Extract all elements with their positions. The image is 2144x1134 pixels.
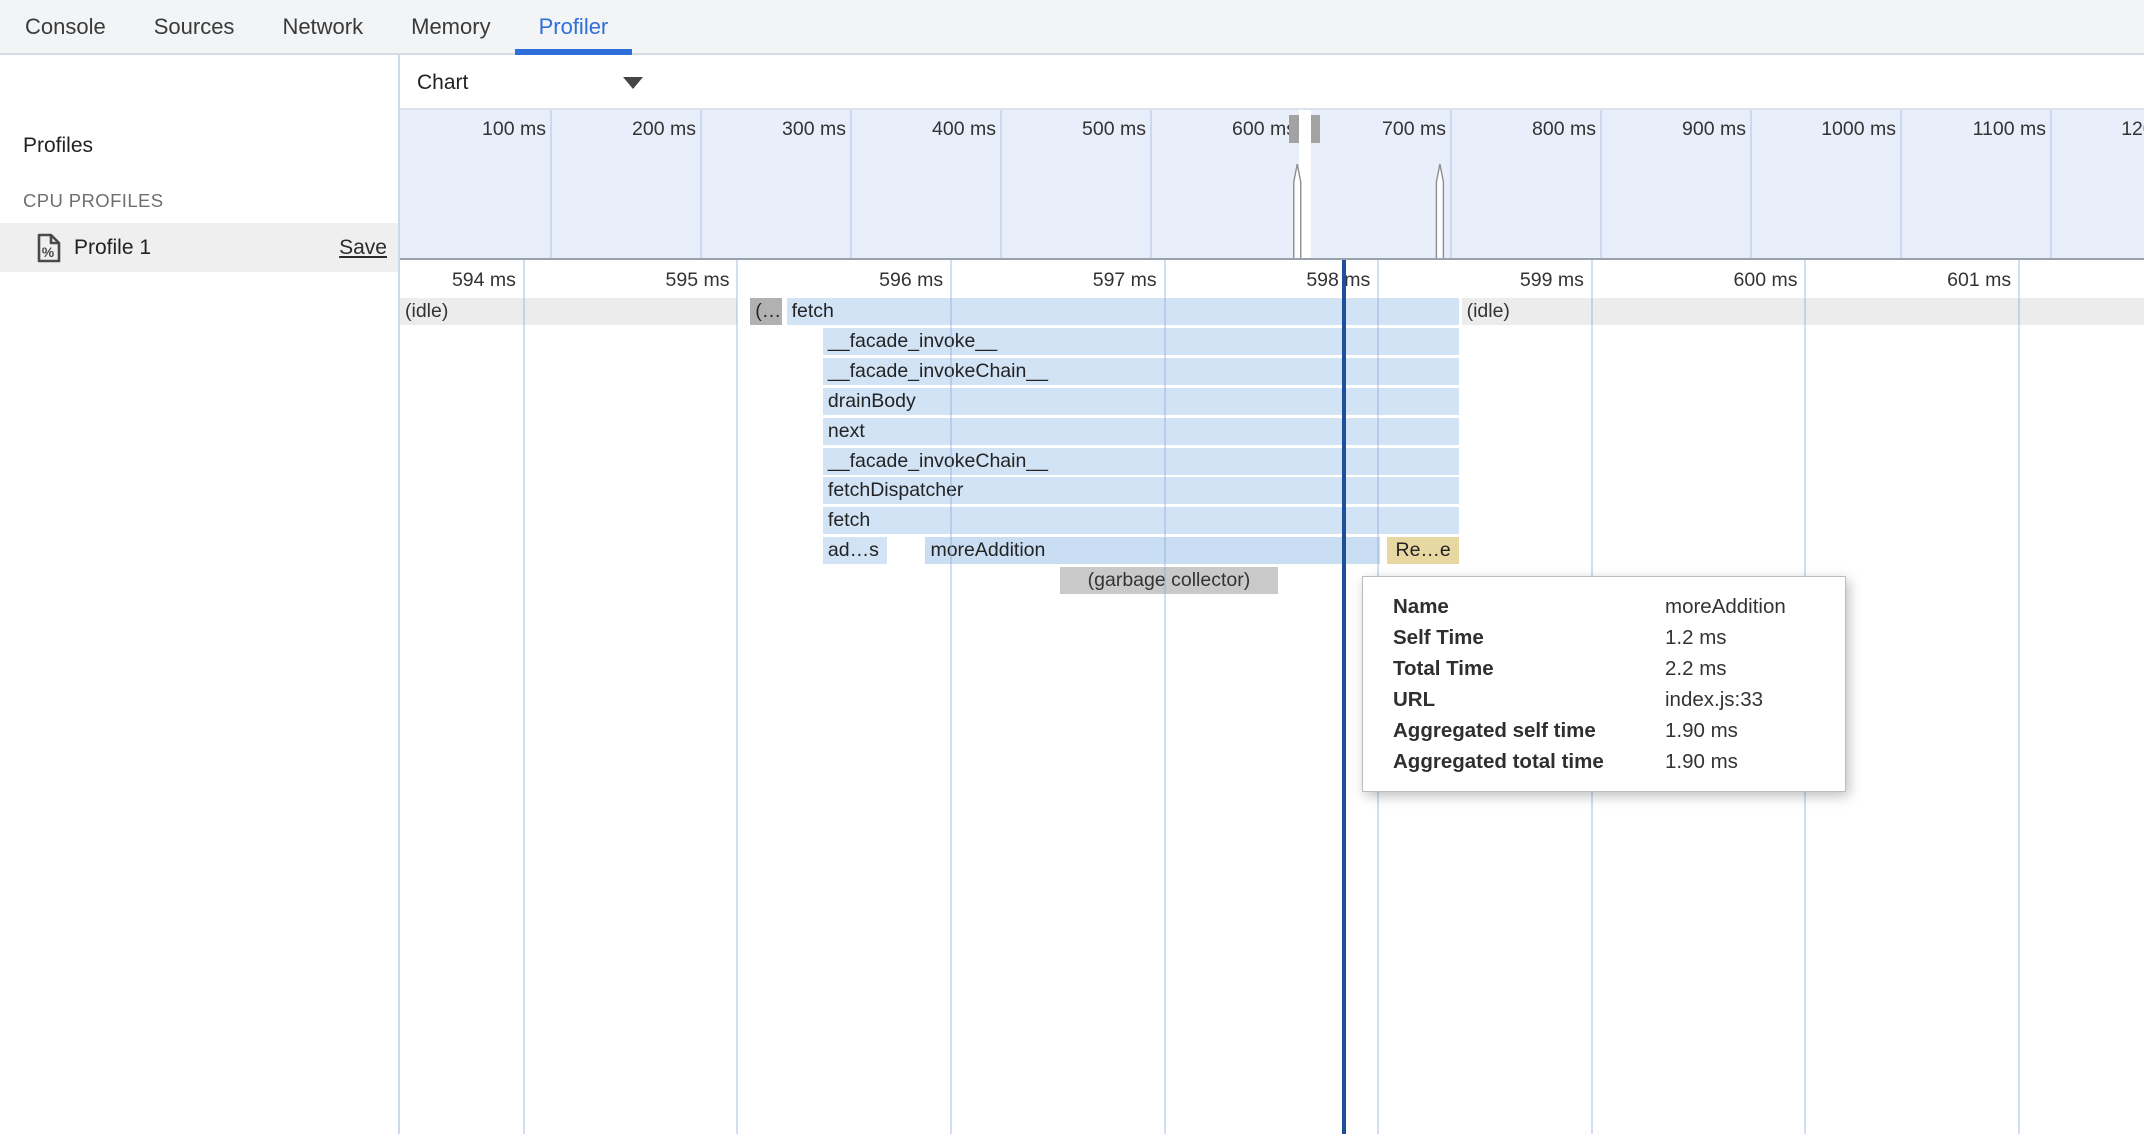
sidebar: Profiles CPU PROFILES % Profile 1 Save (0, 57, 398, 1134)
cpu-profiles-section-label: CPU PROFILES (23, 190, 164, 212)
detail-tick-label: 600 ms (1647, 269, 1797, 292)
view-mode-select[interactable]: Chart (417, 57, 643, 108)
tooltip-row: Aggregated total time1.90 ms (1393, 746, 1829, 777)
profile-name: Profile 1 (74, 223, 151, 272)
selection-handle-right[interactable] (1311, 115, 1320, 143)
tooltip-row: URLindex.js:33 (1393, 684, 1829, 715)
flame-bar[interactable]: __facade_invokeChain__ (823, 448, 1460, 475)
tooltip-label: Aggregated self time (1393, 715, 1665, 746)
tooltip-value: index.js:33 (1665, 684, 1829, 715)
flame-bar[interactable]: (garbage collector) (1060, 567, 1278, 594)
tooltip-row: Total Time2.2 ms (1393, 653, 1829, 684)
flame-bar[interactable]: Re…e (1387, 537, 1460, 564)
tooltip-value: 1.90 ms (1665, 746, 1829, 777)
flame-bar[interactable]: fetch (823, 507, 1460, 534)
tooltip-row: Self Time1.2 ms (1393, 622, 1829, 653)
detail-tick-label: 598 ms (1220, 269, 1370, 292)
detail-tick-label: 594 ms (400, 269, 516, 292)
detail-tick-label: 596 ms (793, 269, 943, 292)
flame-bar[interactable]: moreAddition (925, 537, 1380, 564)
detail-tick-label: 599 ms (1434, 269, 1584, 292)
detail-gridline (2018, 260, 2020, 1134)
tab-bar: ConsoleSourcesNetworkMemoryProfiler (0, 0, 2144, 55)
selection-handle-left[interactable] (1289, 115, 1299, 143)
tab-network[interactable]: Network (258, 0, 387, 53)
frame-tooltip: NamemoreAdditionSelf Time1.2 msTotal Tim… (1362, 576, 1846, 792)
profile-list-item[interactable]: % Profile 1 Save (0, 223, 398, 272)
chart-toolbar: Chart (400, 57, 2144, 110)
detail-gridline (1164, 260, 1166, 1134)
detail-gridline (736, 260, 738, 1134)
tooltip-label: Total Time (1393, 653, 1665, 684)
tooltip-value: 1.90 ms (1665, 715, 1829, 746)
tooltip-label: Name (1393, 591, 1665, 622)
tooltip-label: Self Time (1393, 622, 1665, 653)
tooltip-value: 1.2 ms (1665, 622, 1829, 653)
flame-bar[interactable]: fetch (787, 298, 1460, 325)
flame-chart: 594 ms 595 ms 596 ms 597 ms 598 ms 599 ms 600 … (400, 260, 2144, 1134)
panel-divider (398, 55, 400, 1134)
tab-memory[interactable]: Memory (387, 0, 514, 53)
devtools-window: ConsoleSourcesNetworkMemoryProfiler Prof… (0, 0, 2144, 1134)
detail-gridline (950, 260, 952, 1134)
flame-bar[interactable]: (idle) (1462, 298, 2144, 325)
svg-text:%: % (42, 244, 55, 260)
detail-tick-label: 597 ms (1007, 269, 1157, 292)
flame-bar[interactable]: next (823, 418, 1460, 445)
chevron-down-icon (623, 77, 643, 89)
tooltip-value: 2.2 ms (1665, 653, 1829, 684)
flame-bar[interactable]: (idle) (400, 298, 737, 325)
tooltip-row: Aggregated self time1.90 ms (1393, 715, 1829, 746)
percent-document-icon: % (36, 233, 62, 268)
flame-bar[interactable]: ad…s (823, 537, 887, 564)
flame-bar[interactable]: drainBody (823, 388, 1460, 415)
timeline-cursor (1342, 260, 1346, 1134)
tab-profiler[interactable]: Profiler (515, 0, 633, 53)
tooltip-row: NamemoreAddition (1393, 591, 1829, 622)
tooltip-label: URL (1393, 684, 1665, 715)
tab-console[interactable]: Console (1, 0, 130, 53)
tab-sources[interactable]: Sources (130, 0, 259, 53)
flame-bar[interactable]: (… (750, 298, 782, 325)
flame-bar[interactable]: fetchDispatcher (823, 477, 1460, 504)
tooltip-label: Aggregated total time (1393, 746, 1665, 777)
save-profile-link[interactable]: Save (339, 223, 387, 272)
profiles-title: Profiles (23, 134, 93, 158)
detail-gridline (523, 260, 525, 1134)
view-mode-value: Chart (417, 71, 468, 95)
tooltip-value: moreAddition (1665, 591, 1829, 622)
flame-bar[interactable]: __facade_invokeChain__ (823, 358, 1460, 385)
cpu-activity-spikes (400, 110, 2144, 258)
detail-tick-label: 601 ms (1861, 269, 2011, 292)
detail-tick-label: 595 ms (579, 269, 729, 292)
timeline-overview[interactable]: 100 ms200 ms300 ms400 ms500 ms600 ms700 … (400, 110, 2144, 260)
flame-bar[interactable]: __facade_invoke__ (823, 328, 1460, 355)
